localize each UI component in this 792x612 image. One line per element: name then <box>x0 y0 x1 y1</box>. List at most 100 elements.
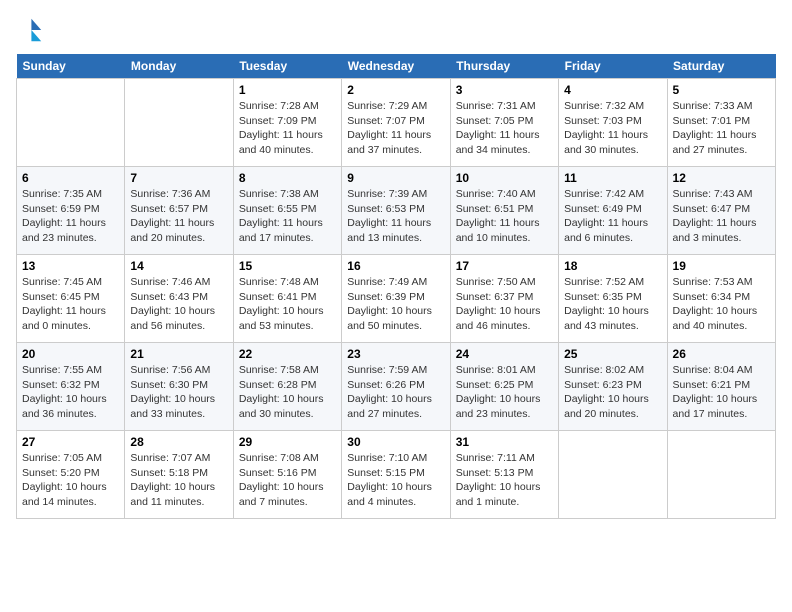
calendar-cell <box>125 79 233 167</box>
day-detail: Sunrise: 7:52 AMSunset: 6:35 PMDaylight:… <box>564 275 661 334</box>
day-number: 11 <box>564 171 661 185</box>
calendar-cell: 17 Sunrise: 7:50 AMSunset: 6:37 PMDayligh… <box>450 255 558 343</box>
calendar-cell: 4Sunrise: 7:32 AMSunset: 7:03 PMDaylight… <box>559 79 667 167</box>
day-detail: Sunrise: 7:46 AMSunset: 6:43 PMDaylight:… <box>130 275 227 334</box>
calendar-cell: 13 Sunrise: 7:45 AMSunset: 6:45 PMDayligh… <box>17 255 125 343</box>
calendar-cell: 24Sunrise: 8:01 AMSunset: 6:25 PMDayligh… <box>450 343 558 431</box>
day-number: 6 <box>22 171 119 185</box>
day-detail: Sunrise: 7:40 AMSunset: 6:51 PMDaylight:… <box>456 187 553 246</box>
calendar-cell: 15 Sunrise: 7:48 AMSunset: 6:41 PMDayligh… <box>233 255 341 343</box>
day-number: 12 <box>673 171 770 185</box>
day-number: 5 <box>673 83 770 97</box>
calendar-cell: 12 Sunrise: 7:43 AMSunset: 6:47 PMDayligh… <box>667 167 775 255</box>
day-number: 25 <box>564 347 661 361</box>
week-row-3: 13 Sunrise: 7:45 AMSunset: 6:45 PMDayligh… <box>17 255 776 343</box>
day-detail: Sunrise: 7:58 AMSunset: 6:28 PMDaylight:… <box>239 363 336 422</box>
day-detail: Sunrise: 7:49 AMSunset: 6:39 PMDaylight:… <box>347 275 444 334</box>
calendar-cell: 7Sunrise: 7:36 AMSunset: 6:57 PMDaylight… <box>125 167 233 255</box>
day-number: 29 <box>239 435 336 449</box>
calendar-cell: 14 Sunrise: 7:46 AMSunset: 6:43 PMDayligh… <box>125 255 233 343</box>
calendar-cell <box>667 431 775 519</box>
day-number: 26 <box>673 347 770 361</box>
logo-icon <box>16 16 44 44</box>
day-detail: Sunrise: 7:48 AMSunset: 6:41 PMDaylight:… <box>239 275 336 334</box>
calendar-cell: 6 Sunrise: 7:35 AMSunset: 6:59 PMDaylight… <box>17 167 125 255</box>
day-detail: Sunrise: 7:05 AMSunset: 5:20 PMDaylight:… <box>22 451 119 510</box>
day-detail: Sunrise: 8:02 AMSunset: 6:23 PMDaylight:… <box>564 363 661 422</box>
calendar-cell: 16Sunrise: 7:49 AMSunset: 6:39 PMDayligh… <box>342 255 450 343</box>
day-detail: Sunrise: 7:39 AMSunset: 6:53 PMDaylight:… <box>347 187 444 246</box>
calendar-cell <box>17 79 125 167</box>
calendar-cell: 2Sunrise: 7:29 AMSunset: 7:07 PMDaylight… <box>342 79 450 167</box>
week-row-4: 20 Sunrise: 7:55 AMSunset: 6:32 PMDayligh… <box>17 343 776 431</box>
col-header-saturday: Saturday <box>667 54 775 79</box>
day-number: 20 <box>22 347 119 361</box>
calendar-cell: 21Sunrise: 7:56 AMSunset: 6:30 PMDayligh… <box>125 343 233 431</box>
calendar-cell: 5 Sunrise: 7:33 AMSunset: 7:01 PMDaylight… <box>667 79 775 167</box>
day-number: 14 <box>130 259 227 273</box>
col-header-wednesday: Wednesday <box>342 54 450 79</box>
day-detail: Sunrise: 7:33 AMSunset: 7:01 PMDaylight:… <box>673 99 770 158</box>
day-detail: Sunrise: 7:55 AMSunset: 6:32 PMDaylight:… <box>22 363 119 422</box>
day-detail: Sunrise: 7:31 AMSunset: 7:05 PMDaylight:… <box>456 99 553 158</box>
calendar-cell <box>559 431 667 519</box>
calendar-cell: 23 Sunrise: 7:59 AMSunset: 6:26 PMDayligh… <box>342 343 450 431</box>
day-detail: Sunrise: 8:01 AMSunset: 6:25 PMDaylight:… <box>456 363 553 422</box>
day-number: 19 <box>673 259 770 273</box>
day-number: 2 <box>347 83 444 97</box>
week-row-1: 1 Sunrise: 7:28 AMSunset: 7:09 PMDaylight… <box>17 79 776 167</box>
page-header <box>16 16 776 44</box>
day-number: 27 <box>22 435 119 449</box>
day-number: 1 <box>239 83 336 97</box>
day-detail: Sunrise: 7:11 AMSunset: 5:13 PMDaylight:… <box>456 451 553 510</box>
col-header-monday: Monday <box>125 54 233 79</box>
day-detail: Sunrise: 7:32 AMSunset: 7:03 PMDaylight:… <box>564 99 661 158</box>
day-number: 10 <box>456 171 553 185</box>
calendar-cell: 19 Sunrise: 7:53 AMSunset: 6:34 PMDayligh… <box>667 255 775 343</box>
day-detail: Sunrise: 7:38 AMSunset: 6:55 PMDaylight:… <box>239 187 336 246</box>
col-header-friday: Friday <box>559 54 667 79</box>
calendar-cell: 9Sunrise: 7:39 AMSunset: 6:53 PMDaylight… <box>342 167 450 255</box>
calendar-cell: 10 Sunrise: 7:40 AMSunset: 6:51 PMDayligh… <box>450 167 558 255</box>
day-detail: Sunrise: 7:56 AMSunset: 6:30 PMDaylight:… <box>130 363 227 422</box>
col-header-tuesday: Tuesday <box>233 54 341 79</box>
day-detail: Sunrise: 7:43 AMSunset: 6:47 PMDaylight:… <box>673 187 770 246</box>
day-detail: Sunrise: 7:28 AMSunset: 7:09 PMDaylight:… <box>239 99 336 158</box>
day-detail: Sunrise: 7:35 AMSunset: 6:59 PMDaylight:… <box>22 187 119 246</box>
day-detail: Sunrise: 7:50 AMSunset: 6:37 PMDaylight:… <box>456 275 553 334</box>
day-number: 17 <box>456 259 553 273</box>
day-detail: Sunrise: 7:07 AMSunset: 5:18 PMDaylight:… <box>130 451 227 510</box>
day-detail: Sunrise: 8:04 AMSunset: 6:21 PMDaylight:… <box>673 363 770 422</box>
calendar-cell: 25 Sunrise: 8:02 AMSunset: 6:23 PMDayligh… <box>559 343 667 431</box>
week-row-5: 27 Sunrise: 7:05 AMSunset: 5:20 PMDayligh… <box>17 431 776 519</box>
day-number: 15 <box>239 259 336 273</box>
day-detail: Sunrise: 7:45 AMSunset: 6:45 PMDaylight:… <box>22 275 119 334</box>
calendar-cell: 30Sunrise: 7:10 AMSunset: 5:15 PMDayligh… <box>342 431 450 519</box>
calendar-cell: 1 Sunrise: 7:28 AMSunset: 7:09 PMDaylight… <box>233 79 341 167</box>
calendar-cell: 31 Sunrise: 7:11 AMSunset: 5:13 PMDayligh… <box>450 431 558 519</box>
day-number: 22 <box>239 347 336 361</box>
calendar-cell: 20 Sunrise: 7:55 AMSunset: 6:32 PMDayligh… <box>17 343 125 431</box>
calendar-cell: 26 Sunrise: 8:04 AMSunset: 6:21 PMDayligh… <box>667 343 775 431</box>
day-detail: Sunrise: 7:53 AMSunset: 6:34 PMDaylight:… <box>673 275 770 334</box>
calendar-cell: 11Sunrise: 7:42 AMSunset: 6:49 PMDayligh… <box>559 167 667 255</box>
day-number: 8 <box>239 171 336 185</box>
day-number: 3 <box>456 83 553 97</box>
day-number: 13 <box>22 259 119 273</box>
day-number: 28 <box>130 435 227 449</box>
day-number: 23 <box>347 347 444 361</box>
day-detail: Sunrise: 7:59 AMSunset: 6:26 PMDaylight:… <box>347 363 444 422</box>
calendar-cell: 3 Sunrise: 7:31 AMSunset: 7:05 PMDaylight… <box>450 79 558 167</box>
week-row-2: 6 Sunrise: 7:35 AMSunset: 6:59 PMDaylight… <box>17 167 776 255</box>
day-number: 31 <box>456 435 553 449</box>
calendar-cell: 18 Sunrise: 7:52 AMSunset: 6:35 PMDayligh… <box>559 255 667 343</box>
day-number: 30 <box>347 435 444 449</box>
calendar-cell: 28 Sunrise: 7:07 AMSunset: 5:18 PMDayligh… <box>125 431 233 519</box>
calendar-cell: 29 Sunrise: 7:08 AMSunset: 5:16 PMDayligh… <box>233 431 341 519</box>
day-number: 18 <box>564 259 661 273</box>
logo <box>16 16 48 44</box>
col-header-thursday: Thursday <box>450 54 558 79</box>
col-header-sunday: Sunday <box>17 54 125 79</box>
day-detail: Sunrise: 7:08 AMSunset: 5:16 PMDaylight:… <box>239 451 336 510</box>
day-detail: Sunrise: 7:36 AMSunset: 6:57 PMDaylight:… <box>130 187 227 246</box>
